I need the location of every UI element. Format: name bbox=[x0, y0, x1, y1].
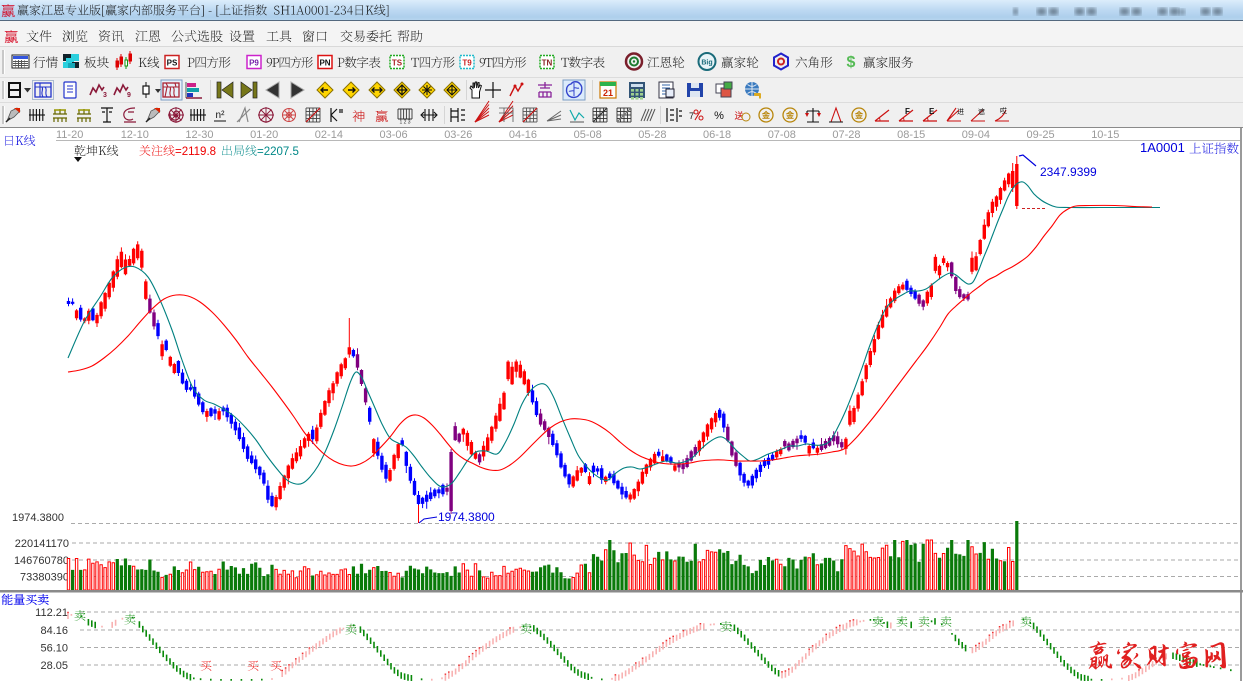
svg-text:=2207.5: =2207.5 bbox=[257, 146, 299, 158]
svg-text:7: 7 bbox=[689, 111, 694, 121]
svg-text:07-28: 07-28 bbox=[832, 129, 860, 141]
svg-text:n²: n² bbox=[216, 110, 226, 121]
svg-text:05-28: 05-28 bbox=[638, 129, 666, 141]
svg-text:金: 金 bbox=[854, 110, 864, 120]
svg-text:金: 金 bbox=[761, 110, 771, 120]
svg-text:05-08: 05-08 bbox=[574, 129, 602, 141]
svg-text:01-20: 01-20 bbox=[250, 129, 278, 141]
svg-text:金: 金 bbox=[785, 110, 795, 120]
svg-text:TN: TN bbox=[542, 59, 553, 68]
svg-text:112.21: 112.21 bbox=[35, 607, 68, 619]
svg-text:06-18: 06-18 bbox=[703, 129, 731, 141]
svg-text:3: 3 bbox=[103, 92, 107, 99]
svg-text:PN: PN bbox=[319, 59, 330, 68]
svg-text:TS: TS bbox=[392, 59, 403, 68]
svg-text:PS: PS bbox=[167, 59, 178, 68]
svg-text:73380390: 73380390 bbox=[20, 572, 69, 584]
svg-text:E: E bbox=[929, 107, 935, 116]
svg-text:哎: 哎 bbox=[1000, 107, 1007, 115]
svg-text:11-20: 11-20 bbox=[56, 129, 83, 141]
svg-text:09-04: 09-04 bbox=[962, 129, 990, 141]
svg-text:T9: T9 bbox=[462, 59, 472, 68]
svg-text:1 2 3: 1 2 3 bbox=[399, 120, 410, 126]
svg-text:1974.3800: 1974.3800 bbox=[12, 512, 64, 524]
svg-text:02-14: 02-14 bbox=[315, 129, 343, 141]
svg-text:12-10: 12-10 bbox=[121, 129, 149, 141]
svg-text:9: 9 bbox=[127, 92, 131, 99]
svg-text:遮: 遮 bbox=[978, 107, 985, 116]
svg-text:1A0001: 1A0001 bbox=[1140, 140, 1185, 155]
svg-text:220141170: 220141170 bbox=[15, 538, 69, 550]
svg-text:28.05: 28.05 bbox=[40, 660, 68, 672]
svg-text:21: 21 bbox=[603, 88, 613, 98]
svg-text:Big: Big bbox=[701, 60, 712, 67]
svg-text:$: $ bbox=[847, 54, 856, 71]
svg-text:03-26: 03-26 bbox=[444, 129, 472, 141]
svg-text:10-15: 10-15 bbox=[1091, 129, 1119, 141]
svg-text:146760780: 146760780 bbox=[14, 555, 69, 567]
svg-text:07-08: 07-08 bbox=[768, 129, 796, 141]
svg-text:09-25: 09-25 bbox=[1027, 129, 1055, 141]
svg-text:84.16: 84.16 bbox=[40, 625, 68, 637]
svg-text:03-06: 03-06 bbox=[380, 129, 408, 141]
svg-text:12-30: 12-30 bbox=[185, 129, 213, 141]
svg-text:08-15: 08-15 bbox=[897, 129, 925, 141]
svg-text:%: % bbox=[714, 110, 724, 122]
svg-text:进: 进 bbox=[957, 108, 964, 116]
svg-text:56.10: 56.10 bbox=[40, 643, 68, 655]
svg-text:04-16: 04-16 bbox=[509, 129, 537, 141]
svg-text:P9: P9 bbox=[249, 59, 259, 68]
svg-text:F: F bbox=[905, 107, 910, 116]
svg-text:=2119.8: =2119.8 bbox=[175, 146, 216, 158]
svg-text:1974.3800: 1974.3800 bbox=[438, 510, 495, 524]
svg-text:2347.9399: 2347.9399 bbox=[1040, 165, 1097, 179]
